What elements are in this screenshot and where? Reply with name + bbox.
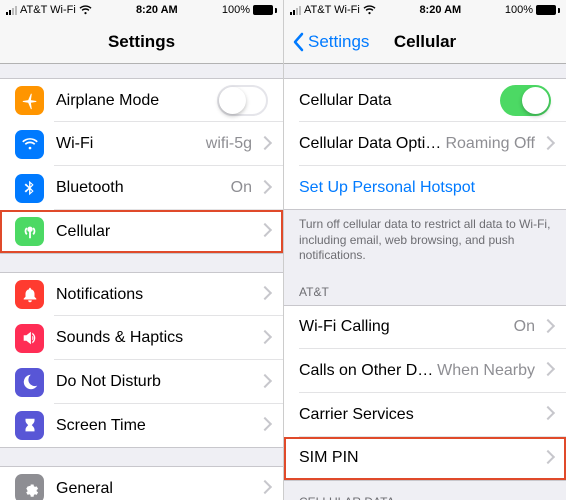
row-carrier-services[interactable]: Carrier Services: [284, 393, 566, 437]
row-detail: When Nearby: [437, 362, 535, 380]
chevron-right-icon: [260, 225, 268, 238]
chevron-right-icon: [260, 419, 268, 432]
row-label: Notifications: [56, 286, 260, 304]
row-label: General: [56, 480, 260, 498]
chevron-right-icon: [543, 408, 551, 421]
row-airplane-mode[interactable]: Airplane Mode: [0, 78, 283, 122]
chevron-right-icon: [260, 138, 268, 151]
row-do-not-disturb[interactable]: Do Not Disturb: [0, 360, 283, 404]
page-title: Settings: [108, 32, 175, 52]
settings-list[interactable]: Airplane ModeWi-Fiwifi-5gBluetoothOnCell…: [0, 64, 283, 500]
row-label: Do Not Disturb: [56, 373, 260, 391]
row-cellular[interactable]: Cellular: [0, 210, 283, 254]
chevron-right-icon: [543, 138, 551, 151]
row-cellular-data[interactable]: Cellular Data: [284, 78, 566, 122]
row-bluetooth[interactable]: BluetoothOn: [0, 166, 283, 210]
page-title: Cellular: [394, 32, 456, 52]
row-cellular-data-options[interactable]: Cellular Data OptionsRoaming Off: [284, 122, 566, 166]
status-bar: AT&T Wi-Fi 8:20 AM 100%: [284, 0, 566, 20]
cellular-list[interactable]: Cellular Data Cellular Data OptionsRoamin…: [284, 64, 566, 500]
row-label: Wi-Fi Calling: [299, 318, 514, 336]
airplane-icon: [15, 86, 44, 115]
row-label: Wi-Fi: [56, 135, 206, 153]
right-screenshot: AT&T Wi-Fi 8:20 AM 100% Settings Cellula…: [283, 0, 566, 500]
row-personal-hotspot[interactable]: Set Up Personal Hotspot: [284, 166, 566, 210]
chevron-right-icon: [543, 364, 551, 377]
nav-bar: Settings: [0, 20, 283, 64]
clock: 8:20 AM: [92, 4, 222, 16]
row-label: Cellular: [56, 223, 260, 241]
chevron-right-icon: [260, 182, 268, 195]
row-sounds-haptics[interactable]: Sounds & Haptics: [0, 316, 283, 360]
carrier-label: AT&T Wi-Fi: [304, 4, 360, 16]
wifi-icon: [79, 5, 92, 15]
row-label: Carrier Services: [299, 406, 543, 424]
gear-icon: [15, 474, 44, 500]
row-screen-time[interactable]: Screen Time: [0, 404, 283, 448]
row-notifications[interactable]: Notifications: [0, 272, 283, 316]
row-label: Screen Time: [56, 417, 260, 435]
chevron-right-icon: [260, 376, 268, 389]
chevron-right-icon: [543, 321, 551, 334]
nav-bar: Settings Cellular: [284, 20, 566, 64]
row-label: Calls on Other Devices: [299, 362, 437, 380]
row-label: Bluetooth: [56, 179, 231, 197]
chevron-left-icon: [292, 32, 304, 52]
back-label: Settings: [308, 32, 369, 52]
section-header-carrier: AT&T: [284, 271, 566, 305]
row-label: SIM PIN: [299, 449, 543, 467]
row-detail: wifi-5g: [206, 135, 252, 153]
carrier-label: AT&T Wi-Fi: [20, 4, 76, 16]
speaker-icon: [15, 324, 44, 353]
row-wifi[interactable]: Wi-Fiwifi-5g: [0, 122, 283, 166]
chevron-right-icon: [260, 332, 268, 345]
wifi-icon: [363, 5, 376, 15]
row-sim-pin[interactable]: SIM PIN: [284, 437, 566, 481]
signal-bars-icon: [290, 6, 301, 15]
bluetooth-icon: [15, 174, 44, 203]
toggle[interactable]: [217, 85, 268, 116]
row-label: Cellular Data: [299, 92, 500, 110]
bell-icon: [15, 280, 44, 309]
row-detail: Roaming Off: [445, 135, 535, 153]
row-general[interactable]: General: [0, 466, 283, 500]
back-button[interactable]: Settings: [292, 20, 369, 63]
toggle[interactable]: [500, 85, 551, 116]
chevron-right-icon: [260, 288, 268, 301]
section-header-data: CELLULAR DATA: [284, 481, 566, 500]
row-wifi-calling[interactable]: Wi-Fi CallingOn: [284, 305, 566, 349]
moon-icon: [15, 368, 44, 397]
row-detail: On: [514, 318, 535, 336]
row-calls-other-devices[interactable]: Calls on Other DevicesWhen Nearby: [284, 349, 566, 393]
battery-pct: 100%: [505, 4, 533, 16]
row-label: Cellular Data Options: [299, 135, 445, 153]
clock: 8:20 AM: [376, 4, 505, 16]
row-label: Airplane Mode: [56, 92, 217, 110]
left-screenshot: AT&T Wi-Fi 8:20 AM 100% Settings Airplan…: [0, 0, 283, 500]
section-footer: Turn off cellular data to restrict all d…: [284, 210, 566, 271]
row-detail: On: [231, 179, 252, 197]
wifi-icon: [15, 130, 44, 159]
row-label: Sounds & Haptics: [56, 329, 260, 347]
status-bar: AT&T Wi-Fi 8:20 AM 100%: [0, 0, 283, 20]
hourglass-icon: [15, 411, 44, 440]
chevron-right-icon: [543, 452, 551, 465]
battery-icon: [253, 5, 277, 15]
battery-icon: [536, 5, 560, 15]
chevron-right-icon: [260, 482, 268, 495]
row-label: Set Up Personal Hotspot: [299, 179, 551, 197]
battery-pct: 100%: [222, 4, 250, 16]
antenna-icon: [15, 217, 44, 246]
signal-bars-icon: [6, 6, 17, 15]
